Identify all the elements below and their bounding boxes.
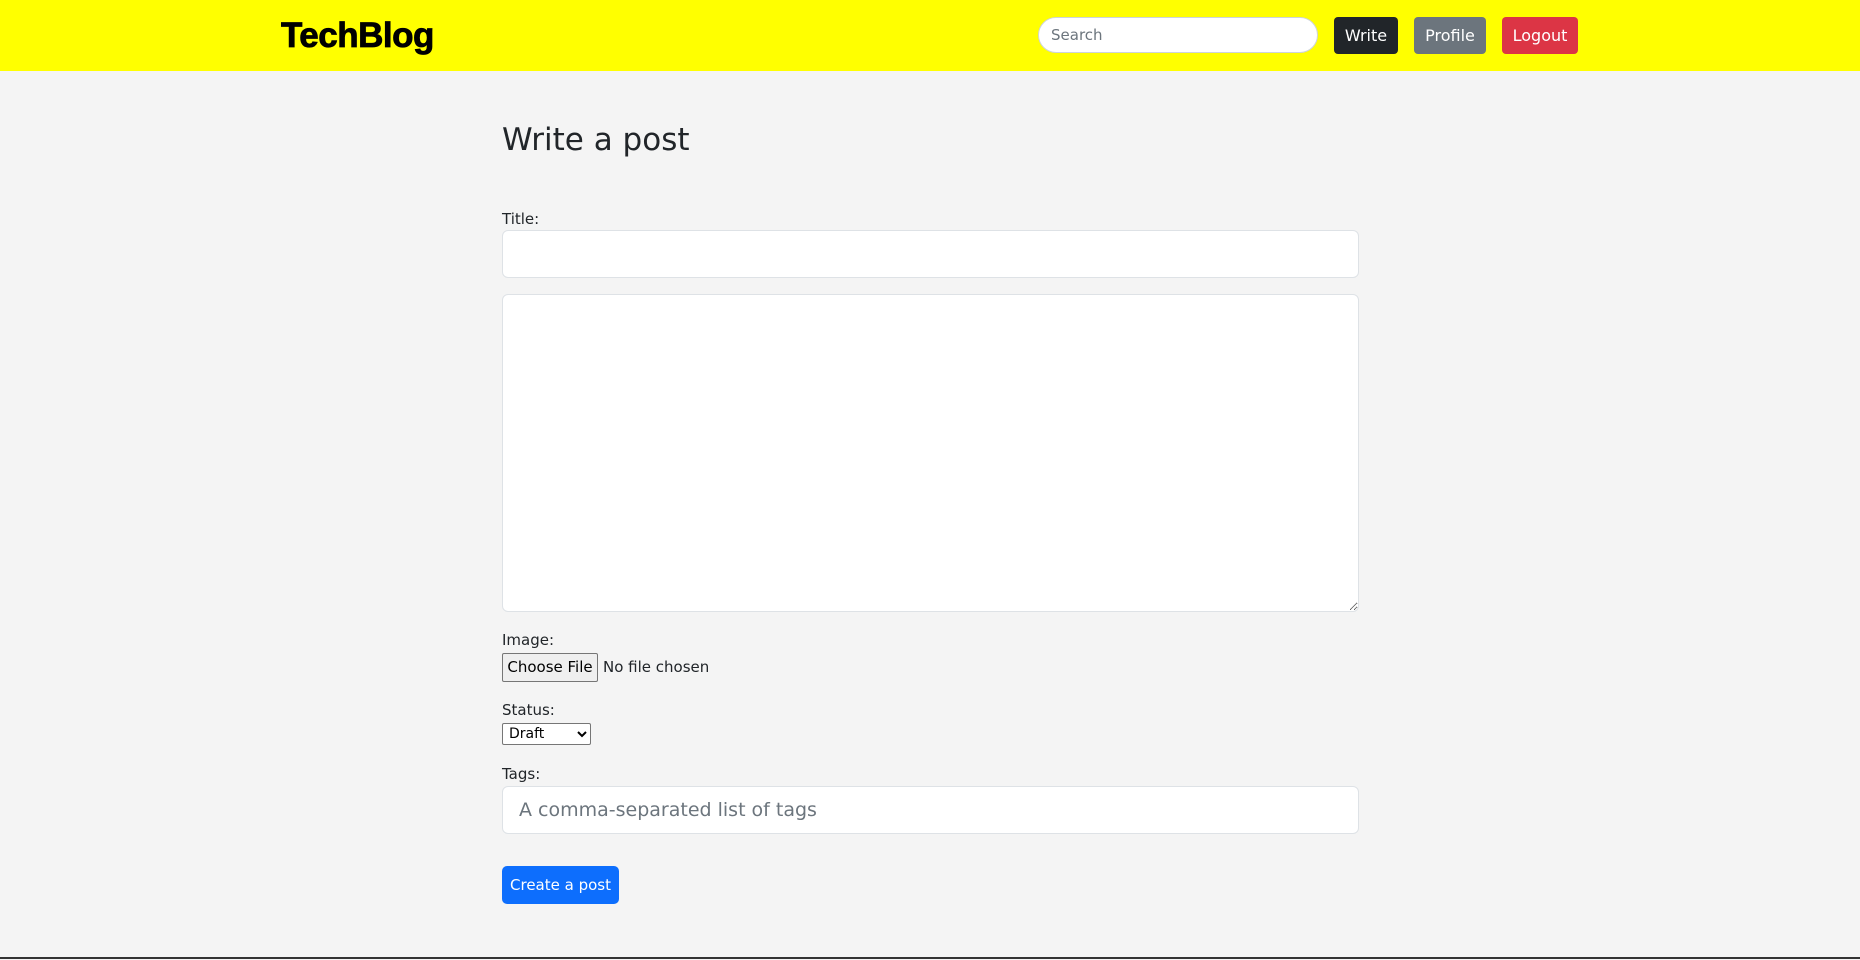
title-input[interactable]	[502, 230, 1359, 278]
brand-logo[interactable]: TechBlog	[281, 16, 435, 56]
write-button[interactable]: Write	[1334, 17, 1398, 54]
file-status-text: No file chosen	[603, 658, 710, 676]
search-input[interactable]	[1038, 17, 1318, 53]
create-post-button[interactable]: Create a post	[502, 866, 619, 904]
tags-input[interactable]	[502, 786, 1359, 834]
bottom-divider	[0, 957, 1860, 959]
choose-file-button[interactable]: Choose File	[502, 653, 598, 682]
status-select[interactable]: Draft	[502, 723, 591, 745]
logout-button[interactable]: Logout	[1502, 17, 1578, 54]
page-title: Write a post	[502, 122, 690, 158]
title-label: Title:	[502, 210, 540, 228]
image-label: Image:	[502, 631, 555, 649]
status-label: Status:	[502, 701, 555, 719]
body-textarea[interactable]	[502, 294, 1359, 612]
top-navbar: TechBlog Write Profile Logout	[0, 0, 1860, 71]
profile-button[interactable]: Profile	[1414, 17, 1486, 54]
tags-label: Tags:	[502, 765, 541, 783]
